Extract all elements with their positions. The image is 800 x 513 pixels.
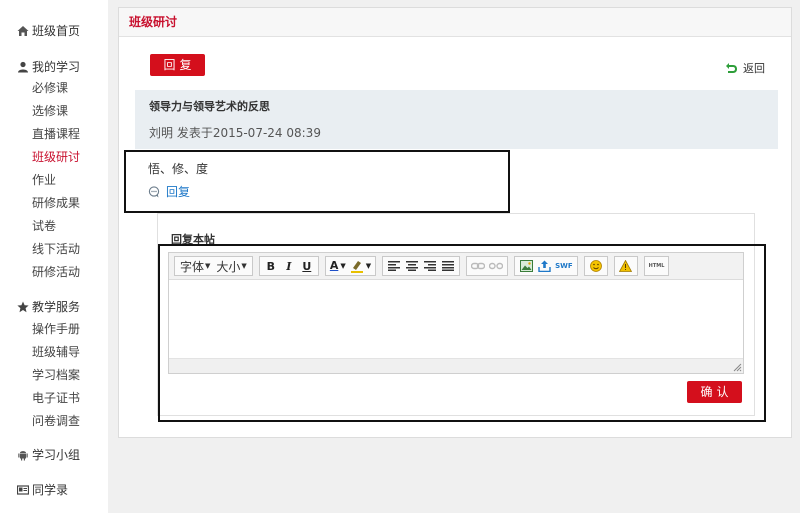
caret-down-icon: ▼ [365, 262, 372, 270]
text-style-group: B I U [258, 256, 319, 276]
back-link[interactable]: 返回 [725, 60, 765, 76]
sidebar-item-survey[interactable]: 问卷调查 [32, 412, 80, 429]
post-reply-link[interactable]: 回复 [148, 183, 190, 200]
bold-button[interactable]: B [262, 257, 280, 275]
highlight-color-button[interactable]: ▼ [348, 257, 373, 275]
sidebar-heading-label: 我的学习 [32, 60, 81, 74]
unlink-button[interactable] [487, 257, 505, 275]
editor-status-bar [169, 358, 743, 373]
sidebar-item-exams[interactable]: 试卷 [32, 217, 56, 234]
emoticon-group [583, 256, 608, 276]
caret-down-icon: ▼ [340, 262, 346, 270]
sidebar-item-class-discussion[interactable]: 班级研讨 [32, 148, 80, 165]
caret-down-icon: ▼ [205, 262, 211, 270]
font-size-select[interactable]: 大小 ▼ [213, 258, 249, 275]
editor-toolbar: 字体 ▼ 大小 ▼ B I U A ▼ ▼ SWF HTML [169, 253, 743, 280]
upload-button[interactable] [535, 257, 553, 275]
font-family-select[interactable]: 字体 ▼ [177, 258, 213, 275]
comment-icon [148, 185, 160, 197]
sidebar-heading-label: 教学服务 [32, 300, 81, 314]
sidebar-item-label: 班级首页 [32, 24, 81, 38]
discussion-panel: 班级研讨 回复 返回 领导力与领导艺术的反思 刘明 发表于2015-07-24 … [118, 7, 792, 438]
contact-card-icon [17, 484, 29, 495]
upload-icon [537, 260, 551, 272]
sidebar-item-home[interactable]: 班级首页 [17, 22, 80, 39]
align-right-icon [424, 261, 437, 271]
italic-button[interactable]: I [280, 257, 298, 275]
resize-grip-icon[interactable] [733, 363, 742, 372]
sidebar-item-required-courses[interactable]: 必修课 [32, 79, 68, 96]
clear-format-button[interactable] [617, 257, 635, 275]
sidebar-item-label: 同学录 [32, 483, 69, 497]
sidebar-item-elective-courses[interactable]: 选修课 [32, 102, 68, 119]
star-icon [17, 301, 29, 312]
source-group: HTML [643, 256, 670, 276]
sidebar-item-study-results[interactable]: 研修成果 [32, 194, 80, 211]
emoticon-button[interactable] [587, 257, 605, 275]
home-icon [17, 25, 29, 36]
color-group: A ▼ ▼ [324, 256, 377, 276]
sidebar-item-certificate[interactable]: 电子证书 [32, 389, 80, 406]
font-color-button[interactable]: A ▼ [328, 257, 348, 275]
sidebar-heading-my-study: 我的学习 [17, 58, 80, 75]
warning-icon [619, 260, 633, 272]
sidebar-item-homework[interactable]: 作业 [32, 171, 56, 188]
justify-button[interactable] [439, 257, 457, 275]
post-header: 领导力与领导艺术的反思 刘明 发表于2015-07-24 08:39 [135, 90, 778, 149]
special-group [613, 256, 638, 276]
insert-image-button[interactable] [517, 257, 535, 275]
align-center-button[interactable] [403, 257, 421, 275]
sidebar-item-offline-activities[interactable]: 线下活动 [32, 240, 80, 257]
return-arrow-icon [726, 63, 737, 73]
media-group: SWF [514, 256, 578, 276]
sidebar-heading-teaching: 教学服务 [17, 298, 80, 315]
sidebar-item-study-group[interactable]: 学习小组 [17, 446, 80, 463]
sidebar-item-classmates[interactable]: 同学录 [17, 481, 68, 498]
link-group [466, 256, 509, 276]
confirm-button[interactable]: 确认 [687, 381, 742, 403]
post-content: 悟、修、度 [148, 162, 209, 176]
post-body: 悟、修、度 回复 [124, 150, 510, 213]
sidebar-item-label: 学习小组 [32, 448, 81, 462]
underline-button[interactable]: U [298, 257, 316, 275]
align-right-button[interactable] [421, 257, 439, 275]
user-icon [18, 61, 28, 72]
link-icon [471, 262, 486, 270]
post-title: 领导力与领导艺术的反思 [149, 100, 270, 113]
smiley-icon [589, 260, 602, 272]
image-icon [519, 260, 533, 272]
reply-link-label: 回复 [166, 185, 191, 199]
back-label: 返回 [743, 62, 765, 75]
sidebar-item-live-courses[interactable]: 直播课程 [32, 125, 80, 142]
editor-content-area[interactable] [169, 281, 743, 359]
unlink-icon [489, 262, 504, 270]
swf-label: SWF [555, 262, 573, 270]
panel-title: 班级研讨 [119, 8, 791, 37]
align-left-icon [388, 261, 401, 271]
html-label: HTML [648, 263, 665, 269]
insert-flash-button[interactable]: SWF [553, 257, 575, 275]
sidebar-item-manual[interactable]: 操作手册 [32, 320, 80, 337]
android-icon [18, 450, 28, 460]
highlighter-icon [350, 261, 363, 273]
align-group [382, 256, 461, 276]
html-source-button[interactable]: HTML [647, 257, 667, 275]
sidebar-item-study-records[interactable]: 学习档案 [32, 366, 80, 383]
align-center-icon [406, 261, 419, 271]
reply-button[interactable]: 回复 [150, 54, 205, 76]
insert-link-button[interactable] [469, 257, 487, 275]
sidebar-item-study-activities[interactable]: 研修活动 [32, 263, 80, 280]
align-left-button[interactable] [385, 257, 403, 275]
font-selects-group: 字体 ▼ 大小 ▼ [174, 256, 253, 276]
rich-text-editor: 字体 ▼ 大小 ▼ B I U A ▼ ▼ SWF HTML [168, 252, 744, 374]
caret-down-icon: ▼ [241, 262, 247, 270]
sidebar-item-tutoring[interactable]: 班级辅导 [32, 343, 80, 360]
justify-icon [442, 261, 455, 271]
post-meta: 刘明 发表于2015-07-24 08:39 [149, 126, 321, 140]
font-color-letter: A [329, 259, 339, 272]
sidebar: 班级首页 我的学习 必修课 选修课 直播课程 班级研讨 作业 研修成果 试卷 线… [0, 0, 108, 513]
